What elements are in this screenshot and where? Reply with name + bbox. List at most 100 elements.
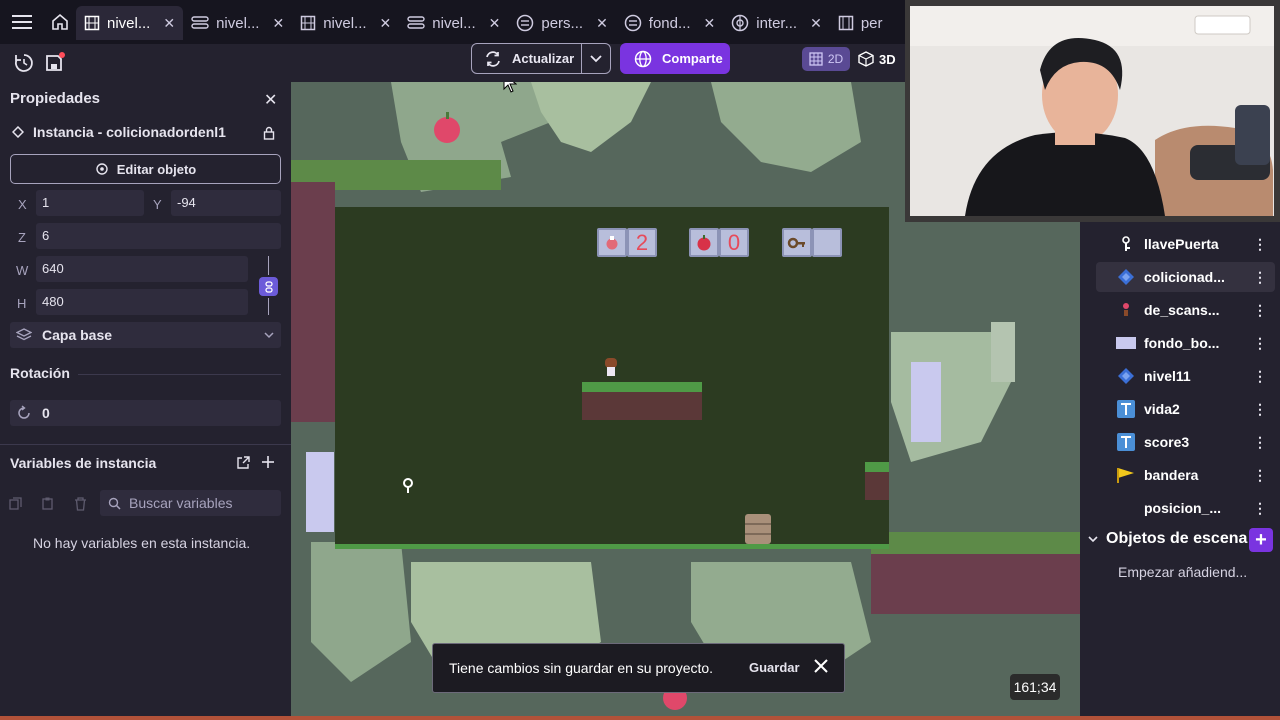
- object-label: fondo_bo...: [1144, 335, 1220, 351]
- tab-external-inter[interactable]: inter... ✕: [723, 6, 830, 40]
- properties-panel: Propiedades ✕ Instancia - colicionadorde…: [0, 82, 291, 720]
- y-field[interactable]: -94: [171, 190, 281, 216]
- cube-icon: [858, 51, 874, 67]
- refresh-icon: [486, 50, 500, 67]
- events-icon: [517, 14, 534, 32]
- tab-layers-nivel-2[interactable]: nivel... ✕: [183, 6, 292, 40]
- tab-label: inter...: [756, 14, 798, 32]
- object-item-colicionad[interactable]: colicionad... ⋮: [1096, 262, 1275, 292]
- object-item-llavepuerta[interactable]: llavePuerta ⋮: [1096, 229, 1275, 259]
- width-field[interactable]: 640: [36, 256, 248, 282]
- add-variable-icon[interactable]: [261, 455, 275, 474]
- hud-counter-2: 0: [719, 228, 749, 257]
- menu-icon[interactable]: [0, 0, 44, 44]
- divider: [78, 374, 281, 375]
- link-dimensions-icon[interactable]: [259, 277, 278, 296]
- object-item-posicion[interactable]: posicion_... ⋮: [1096, 493, 1275, 523]
- taskbar-strip: [0, 716, 1280, 720]
- object-label: llavePuerta: [1144, 236, 1219, 252]
- save-icon[interactable]: [41, 50, 67, 76]
- rotation-field[interactable]: 0: [10, 400, 281, 426]
- close-icon[interactable]: ✕: [704, 15, 716, 32]
- scene-toolbar: [0, 44, 905, 82]
- hud-apple-icon: [689, 228, 719, 257]
- edit-object-button[interactable]: Editar objeto: [10, 154, 281, 184]
- unsaved-dot-icon: [59, 52, 65, 58]
- tab-scene-nivel-1[interactable]: nivel... ✕: [76, 6, 184, 40]
- toast-save-button[interactable]: Guardar: [749, 660, 800, 675]
- object-label: colicionad...: [1144, 269, 1225, 285]
- more-options-icon[interactable]: ⋮: [1253, 401, 1267, 418]
- object-item-fondo-bo[interactable]: fondo_bo... ⋮: [1096, 328, 1275, 358]
- more-options-icon[interactable]: ⋮: [1253, 236, 1267, 253]
- tab-events-fond[interactable]: fond... ✕: [616, 6, 723, 40]
- scene-icon: [838, 15, 854, 31]
- layer-value: Capa base: [42, 327, 113, 343]
- view-3d-toggle[interactable]: 3D: [858, 47, 904, 71]
- update-preview-button[interactable]: Actualizar: [471, 43, 582, 74]
- close-icon[interactable]: ✕: [489, 15, 501, 32]
- object-item-vida2[interactable]: vida2 ⋮: [1096, 394, 1275, 424]
- height-field[interactable]: 480: [36, 289, 248, 315]
- home-icon[interactable]: [44, 0, 76, 44]
- close-icon[interactable]: ✕: [272, 15, 284, 32]
- update-options-button[interactable]: [581, 43, 611, 74]
- x-label: X: [18, 197, 27, 212]
- close-icon[interactable]: ✕: [163, 15, 175, 32]
- lock-icon[interactable]: [262, 126, 276, 145]
- close-icon[interactable]: ✕: [264, 90, 277, 110]
- tab-scene-per[interactable]: per: [830, 6, 891, 40]
- copy-icon[interactable]: [9, 497, 22, 515]
- tab-layers-nivel-4[interactable]: nivel... ✕: [399, 6, 508, 40]
- more-options-icon[interactable]: ⋮: [1253, 434, 1267, 451]
- object-item-de-scans[interactable]: de_scans... ⋮: [1096, 295, 1275, 325]
- chevron-down-icon: [264, 331, 274, 338]
- edit-icon: [96, 163, 108, 175]
- link-line-top: [268, 256, 269, 275]
- object-label: nivel11: [1144, 368, 1191, 384]
- toast-message: Tiene cambios sin guardar en su proyecto…: [449, 660, 714, 676]
- object-item-score3[interactable]: score3 ⋮: [1096, 427, 1275, 457]
- tab-scene-nivel-3[interactable]: nivel... ✕: [292, 6, 399, 40]
- close-icon[interactable]: [813, 658, 829, 677]
- search-variables-input[interactable]: Buscar variables: [100, 490, 281, 516]
- scene-objects-title: Objetos de escena: [1106, 530, 1248, 547]
- unsaved-changes-toast: Tiene cambios sin guardar en su proyecto…: [432, 643, 845, 693]
- scene-icon: [300, 15, 316, 31]
- tilemap-icon: [1116, 366, 1136, 386]
- open-external-icon[interactable]: [236, 455, 251, 475]
- object-item-bandera[interactable]: bandera ⋮: [1096, 460, 1275, 490]
- variables-title: Variables de instancia: [10, 455, 157, 471]
- z-field[interactable]: 6: [36, 223, 281, 249]
- object-item-nivel11[interactable]: nivel11 ⋮: [1096, 361, 1275, 391]
- scene-objects-header[interactable]: Objetos de escena: [1088, 530, 1247, 548]
- more-options-icon[interactable]: ⋮: [1253, 500, 1267, 517]
- add-scene-object-button[interactable]: +: [1249, 528, 1273, 552]
- close-icon[interactable]: ✕: [810, 15, 822, 32]
- more-options-icon[interactable]: ⋮: [1253, 269, 1267, 286]
- x-field[interactable]: 1: [36, 190, 144, 216]
- view-2d-toggle[interactable]: 2D: [802, 47, 850, 71]
- mouse-cursor-icon: [503, 82, 517, 93]
- object-label: de_scans...: [1144, 302, 1220, 318]
- object-label: bandera: [1144, 467, 1199, 483]
- rotate-icon: [18, 405, 30, 419]
- history-icon[interactable]: [11, 50, 37, 76]
- paste-icon[interactable]: [41, 497, 54, 515]
- more-options-icon[interactable]: ⋮: [1253, 368, 1267, 385]
- close-icon[interactable]: ✕: [596, 15, 608, 32]
- close-icon[interactable]: ✕: [380, 15, 392, 32]
- tab-events-pers[interactable]: pers... ✕: [508, 6, 615, 40]
- more-options-icon[interactable]: ⋮: [1253, 302, 1267, 319]
- more-options-icon[interactable]: ⋮: [1253, 335, 1267, 352]
- flag-icon: [1116, 465, 1136, 485]
- layer-select[interactable]: Capa base: [10, 322, 281, 348]
- view-3d-label: 3D: [879, 51, 896, 67]
- share-button[interactable]: Comparte: [620, 43, 730, 74]
- trash-icon[interactable]: [74, 497, 87, 516]
- more-options-icon[interactable]: ⋮: [1253, 467, 1267, 484]
- sprite-icon: [1116, 300, 1136, 320]
- search-placeholder: Buscar variables: [129, 495, 233, 511]
- tab-bar: nivel... ✕ nivel... ✕ nivel... ✕ nivel..…: [0, 0, 905, 44]
- hud-empty-slot: [812, 228, 842, 257]
